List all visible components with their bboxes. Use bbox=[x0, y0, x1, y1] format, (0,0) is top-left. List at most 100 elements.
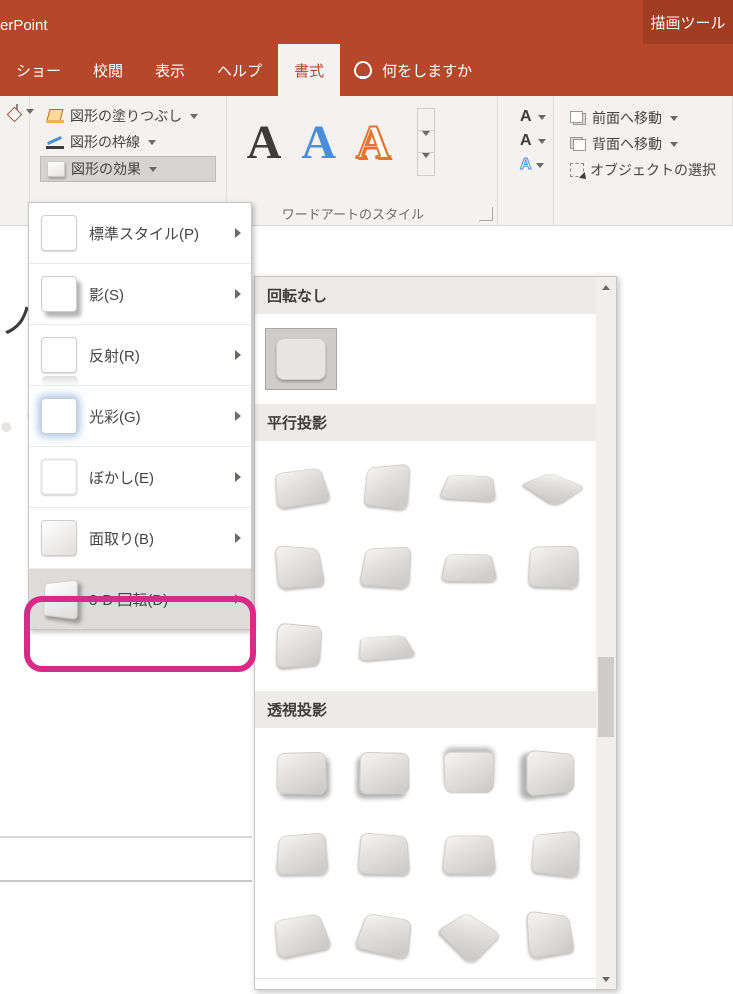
gallery-up-button[interactable] bbox=[418, 109, 434, 131]
rotation-preview-icon bbox=[357, 832, 410, 875]
scrollbar-track[interactable] bbox=[596, 297, 616, 969]
pen-outline-icon bbox=[46, 135, 64, 149]
shape-fill-label: 図形の塗りつぶし bbox=[70, 106, 182, 126]
wordart-gallery[interactable]: A A A bbox=[237, 102, 487, 182]
rotation-tile-perspective-8[interactable] bbox=[517, 822, 589, 884]
rotation-tile-perspective-11[interactable] bbox=[433, 902, 505, 964]
rotation-tile-perspective-3[interactable] bbox=[433, 742, 505, 804]
tab-help[interactable]: ヘルプ bbox=[201, 44, 278, 96]
shape-effects-menu: 標準スタイル(P) 影(S) 反射(R) 光彩(G) ぼかし(E) 面取り(B)… bbox=[28, 202, 252, 630]
rotation-preview-icon bbox=[521, 473, 586, 507]
rotation-tile-parallel-4[interactable] bbox=[517, 455, 589, 517]
menu-item-glow[interactable]: 光彩(G) bbox=[29, 385, 251, 446]
menu-label-reflection: 反射(R) bbox=[89, 345, 140, 366]
shape-fill-button[interactable]: 図形の塗りつぶし bbox=[40, 104, 216, 128]
rotation-preview-icon bbox=[437, 913, 502, 966]
menu-item-shadow[interactable]: 影(S) bbox=[29, 263, 251, 324]
text-outline-button[interactable]: A bbox=[514, 130, 537, 152]
rotation-3d-thumb-icon bbox=[43, 579, 78, 619]
text-effects-button[interactable]: A bbox=[514, 154, 537, 176]
gallery-scrollbar[interactable] bbox=[596, 277, 616, 989]
rotation-tile-parallel-10[interactable] bbox=[349, 615, 421, 677]
selection-pane-button[interactable]: オブジェクトの選択 bbox=[564, 158, 722, 182]
rotation-tile-parallel-1[interactable] bbox=[265, 455, 337, 517]
tab-slideshow[interactable]: ショー bbox=[0, 44, 77, 96]
chevron-up-icon bbox=[602, 285, 610, 290]
rotation-tile-perspective-1[interactable] bbox=[265, 742, 337, 804]
chevron-down-icon bbox=[149, 167, 157, 172]
menu-label-3d-rotation: 3-D 回転(D) bbox=[89, 589, 168, 610]
rotation-preview-icon bbox=[275, 545, 326, 589]
bring-forward-icon bbox=[570, 111, 586, 125]
menu-item-3d-rotation[interactable]: 3-D 回転(D) bbox=[29, 568, 251, 629]
menu-item-bevel[interactable]: 面取り(B) bbox=[29, 507, 251, 568]
rotation-tile-perspective-9[interactable] bbox=[265, 902, 337, 964]
edit-shape-icon bbox=[16, 104, 18, 118]
wordart-preset-1[interactable]: A bbox=[247, 115, 282, 170]
rotation-tile-parallel-3[interactable] bbox=[433, 455, 505, 517]
chevron-up-icon bbox=[422, 109, 430, 131]
shape-outline-label: 図形の枠線 bbox=[70, 132, 140, 152]
menu-item-preset[interactable]: 標準スタイル(P) bbox=[29, 203, 251, 263]
rotation-tile-perspective-5[interactable] bbox=[265, 822, 337, 884]
rotation-tile-perspective-7[interactable] bbox=[433, 822, 505, 884]
rotation-tile-parallel-8[interactable] bbox=[517, 535, 589, 597]
gallery-spinner[interactable] bbox=[417, 108, 435, 176]
rotation-tile-perspective-12[interactable] bbox=[517, 902, 589, 964]
dialog-launcher-icon[interactable] bbox=[479, 207, 493, 221]
menu-label-shadow: 影(S) bbox=[89, 284, 124, 305]
tab-review[interactable]: 校閲 bbox=[77, 44, 139, 96]
chevron-down-icon bbox=[538, 115, 546, 120]
wordart-preset-2[interactable]: A bbox=[301, 115, 336, 170]
rotation-preview-icon bbox=[359, 752, 410, 795]
chevron-right-icon bbox=[235, 350, 241, 360]
tell-me-label: 何をしますか bbox=[382, 60, 472, 81]
bullet: • bbox=[0, 406, 13, 447]
rotation-tile-none[interactable] bbox=[265, 328, 337, 390]
rotation-tile-parallel-6[interactable] bbox=[349, 535, 421, 597]
group-edit-shape bbox=[0, 96, 30, 225]
chevron-down-icon bbox=[148, 140, 156, 145]
soft-edges-thumb-icon bbox=[41, 459, 77, 495]
bring-forward-button[interactable]: 前面へ移動 bbox=[564, 106, 722, 130]
rotation-tile-perspective-6[interactable] bbox=[349, 822, 421, 884]
rotation-tile-perspective-4[interactable] bbox=[517, 742, 589, 804]
group-arrange: 前面へ移動 背面へ移動 オブジェクトの選択 bbox=[554, 96, 733, 225]
rotation-tile-perspective-2[interactable] bbox=[349, 742, 421, 804]
preset-thumb-icon bbox=[41, 215, 77, 251]
rotation-preview-icon bbox=[526, 910, 575, 959]
edit-shape-button[interactable] bbox=[10, 102, 22, 120]
scroll-up-button[interactable] bbox=[596, 277, 616, 297]
rotation-tile-parallel-2[interactable] bbox=[349, 455, 421, 517]
menu-item-soft-edges[interactable]: ぼかし(E) bbox=[29, 446, 251, 507]
menu-label-soft-edges: ぼかし(E) bbox=[89, 467, 154, 488]
chevron-down-icon bbox=[602, 977, 610, 982]
chevron-right-icon bbox=[235, 533, 241, 543]
tab-view[interactable]: 表示 bbox=[139, 44, 201, 96]
chevron-down-icon bbox=[670, 142, 678, 147]
tell-me-search[interactable]: 何をしますか bbox=[340, 44, 486, 96]
scroll-down-button[interactable] bbox=[596, 969, 616, 989]
rotation-options-button[interactable]: 3-D 回転オプション(R)... bbox=[255, 978, 596, 989]
send-backward-button[interactable]: 背面へ移動 bbox=[564, 132, 722, 156]
contextual-tab-drawing-tools[interactable]: 描画ツール bbox=[643, 0, 733, 44]
shape-outline-button[interactable]: 図形の枠線 bbox=[40, 130, 216, 154]
gallery-more-button[interactable] bbox=[418, 153, 434, 175]
glow-thumb-icon bbox=[41, 398, 77, 434]
text-fill-button[interactable]: A bbox=[514, 106, 537, 128]
shadow-thumb-icon bbox=[41, 276, 77, 312]
shape-effects-button[interactable]: 図形の効果 bbox=[40, 156, 216, 182]
rotation-preview-icon bbox=[438, 475, 496, 502]
rotation-tile-parallel-5[interactable] bbox=[265, 535, 337, 597]
rotation-preview-icon bbox=[359, 635, 417, 662]
rotation-tile-perspective-10[interactable] bbox=[349, 902, 421, 964]
rotation-preview-icon bbox=[440, 554, 498, 581]
menu-item-reflection[interactable]: 反射(R) bbox=[29, 324, 251, 385]
wordart-preset-3[interactable]: A bbox=[356, 115, 391, 170]
rotation-tile-parallel-7[interactable] bbox=[433, 535, 505, 597]
scrollbar-thumb[interactable] bbox=[598, 657, 614, 737]
gallery-down-button[interactable] bbox=[418, 131, 434, 153]
rotation-tile-parallel-9[interactable] bbox=[265, 615, 337, 677]
rotation-preview-icon bbox=[276, 832, 329, 875]
tab-format[interactable]: 書式 bbox=[278, 44, 340, 96]
